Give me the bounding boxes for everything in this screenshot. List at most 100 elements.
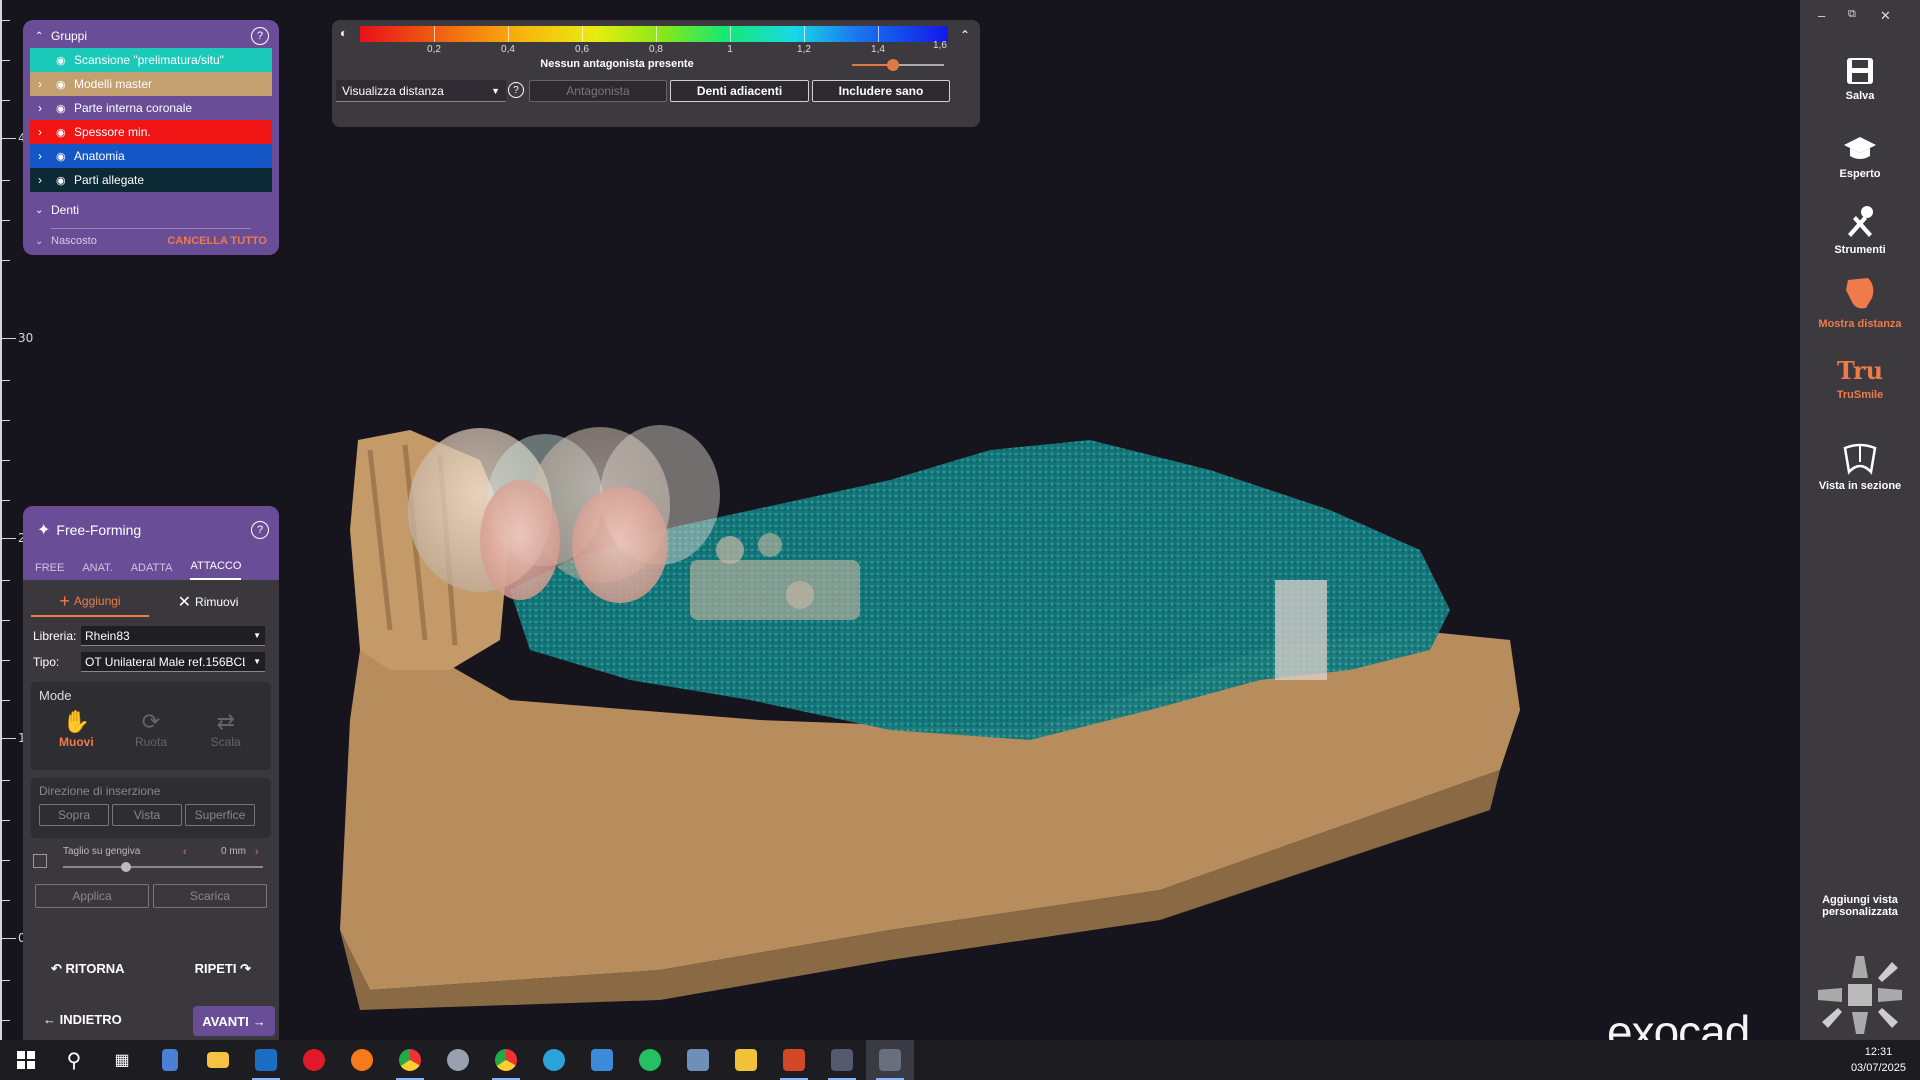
exo-app-icon[interactable] [818, 1040, 866, 1080]
help-icon[interactable]: ? [251, 521, 269, 539]
group-item-anatomy[interactable]: › ◉ Anatomia [30, 144, 272, 168]
firefox-icon[interactable] [338, 1040, 386, 1080]
windows-start-icon[interactable] [2, 1040, 50, 1080]
tab-free[interactable]: FREE [35, 562, 64, 580]
next-button[interactable]: AVANTI → [193, 1006, 275, 1036]
free-forming-tabs: FREE ANAT. ADATTA ATTACCO [23, 554, 279, 580]
increase-arrow-icon[interactable]: › [255, 846, 259, 858]
whatsapp-icon[interactable] [626, 1040, 674, 1080]
gum-cut-checkbox[interactable] [33, 854, 47, 868]
rotate-mode-button[interactable]: ⟳ Ruota [114, 709, 189, 749]
minimize-icon[interactable]: – [1818, 8, 1825, 23]
discard-button[interactable]: Scarica [153, 884, 267, 908]
insertion-above-button[interactable]: Sopra [39, 804, 109, 826]
add-custom-view-button[interactable]: Aggiungi vista personalizzata [1800, 894, 1920, 918]
help-icon[interactable]: ? [251, 27, 269, 45]
dental-model[interactable] [330, 410, 1520, 1010]
calculator-icon[interactable] [146, 1040, 194, 1080]
section-view-button[interactable]: Vista in sezione [1800, 440, 1920, 492]
scale-label: Scala [210, 735, 241, 749]
insertion-surface-button[interactable]: Superfice [185, 804, 255, 826]
expert-button[interactable]: Esperto [1800, 134, 1920, 180]
dropdown-arrow-icon: ▼ [253, 631, 261, 640]
mode-box: Mode ✋ Muovi ⟳ Ruota ⇄ Scala [31, 682, 271, 770]
show-distance-label: Mostra distanza [1818, 318, 1902, 330]
network-app-icon[interactable] [674, 1040, 722, 1080]
slider-knob[interactable] [887, 59, 900, 71]
save-button[interactable]: Salva [1800, 56, 1920, 102]
mail-app-icon[interactable] [722, 1040, 770, 1080]
arrow-right-icon: → [252, 1013, 266, 1029]
eye-icon[interactable]: ◉ [56, 126, 74, 139]
move-mode-button[interactable]: ✋ Muovi [39, 709, 114, 749]
chevron-right-icon[interactable]: › [38, 173, 56, 187]
tab-attacco[interactable]: ATTACCO [190, 560, 242, 580]
group-item-master-models[interactable]: › ◉ Modelli master [30, 72, 272, 96]
add-button[interactable]: + Aggiungi [31, 587, 149, 617]
remove-button[interactable]: ✕ Rimuovi [149, 587, 267, 617]
gum-cut-slider[interactable] [63, 862, 263, 872]
search-icon[interactable]: ⚲ [50, 1040, 98, 1080]
chevron-right-icon[interactable]: › [38, 77, 56, 91]
opera-icon[interactable] [290, 1040, 338, 1080]
show-distance-button[interactable]: Mostra distanza [1800, 274, 1920, 330]
groups-header[interactable]: ⌃ Gruppi ? [27, 24, 275, 48]
include-healthy-button[interactable]: Includere sano [812, 80, 950, 102]
chevron-right-icon[interactable]: › [38, 149, 56, 163]
clear-all-button[interactable]: CANCELLA TUTTO [167, 235, 267, 247]
groups-title: Gruppi [51, 29, 88, 43]
eye-icon[interactable]: ◉ [56, 78, 74, 91]
view-mode-select[interactable]: Visualizza distanza ▼ [336, 80, 506, 102]
system-clock[interactable]: 12:31 03/07/2025 [1851, 1044, 1906, 1076]
group-item-attached-parts[interactable]: › ◉ Parti allegate [30, 168, 272, 192]
restore-icon[interactable]: ⧉ [1848, 8, 1856, 21]
decrease-arrow-icon[interactable]: ‹ [183, 846, 187, 858]
view-cube-icon[interactable] [1812, 950, 1908, 1040]
rotate-icon: ⟳ [141, 709, 161, 734]
group-item-scan[interactable]: ◉ Scansione "prelimatura/situ" [30, 48, 272, 72]
back-button[interactable]: ← INDIETRO [43, 1012, 122, 1027]
move-label: Muovi [59, 735, 94, 749]
telegram-icon[interactable] [530, 1040, 578, 1080]
scale-mode-button[interactable]: ⇄ Scala [188, 709, 263, 749]
adjacent-teeth-button[interactable]: Denti adiacenti [670, 80, 809, 102]
eye-icon[interactable]: ◉ [56, 102, 74, 115]
undo-button[interactable]: ↶ RITORNA [51, 961, 125, 977]
app-icon[interactable] [434, 1040, 482, 1080]
chrome-profile-icon[interactable] [482, 1040, 530, 1080]
insertion-view-button[interactable]: Vista [112, 804, 182, 826]
antagonist-button[interactable]: Antagonista [529, 80, 667, 102]
powerpoint-icon[interactable] [770, 1040, 818, 1080]
help-icon[interactable]: ? [508, 82, 524, 98]
tab-anat[interactable]: ANAT. [82, 562, 112, 580]
chevron-right-icon[interactable]: › [38, 125, 56, 139]
apply-button[interactable]: Applica [35, 884, 149, 908]
teeth-row[interactable]: ⌄ Denti [27, 198, 275, 222]
outlook-icon[interactable] [242, 1040, 290, 1080]
tools-button[interactable]: Strumenti [1800, 204, 1920, 256]
redo-button[interactable]: RIPETI ↷ [195, 961, 251, 977]
eye-icon[interactable]: ◉ [56, 54, 74, 67]
collapse-chevron-icon[interactable]: ⌃ [960, 28, 970, 42]
section-view-label: Vista in sezione [1818, 480, 1902, 492]
task-view-icon[interactable]: ▦ [98, 1040, 146, 1080]
cad-app-icon[interactable] [866, 1040, 914, 1080]
hidden-label: Nascosto [51, 235, 97, 247]
file-explorer-icon[interactable] [194, 1040, 242, 1080]
group-item-inner-crown[interactable]: › ◉ Parte interna coronale [30, 96, 272, 120]
eye-icon[interactable]: ◉ [56, 174, 74, 187]
x-icon: ✕ [177, 594, 192, 611]
chrome-icon[interactable] [386, 1040, 434, 1080]
hidden-row[interactable]: ⌄ Nascosto CANCELLA TUTTO [27, 229, 275, 253]
chevron-right-icon[interactable]: › [38, 101, 56, 115]
threshold-slider[interactable] [852, 59, 944, 71]
eye-icon[interactable]: ◉ [56, 150, 74, 163]
group-item-min-thickness[interactable]: › ◉ Spessore min. [30, 120, 272, 144]
library-select[interactable]: Rhein83 ▼ [81, 626, 265, 646]
trusmile-button[interactable]: Tru TruSmile [1800, 356, 1920, 401]
slider-knob[interactable] [121, 862, 131, 872]
type-select[interactable]: OT Unilateral Male ref.156BCL ▼ [81, 652, 265, 672]
tab-adatta[interactable]: ADATTA [131, 562, 173, 580]
close-icon[interactable]: ✕ [1880, 8, 1891, 24]
app-blue-icon[interactable] [578, 1040, 626, 1080]
